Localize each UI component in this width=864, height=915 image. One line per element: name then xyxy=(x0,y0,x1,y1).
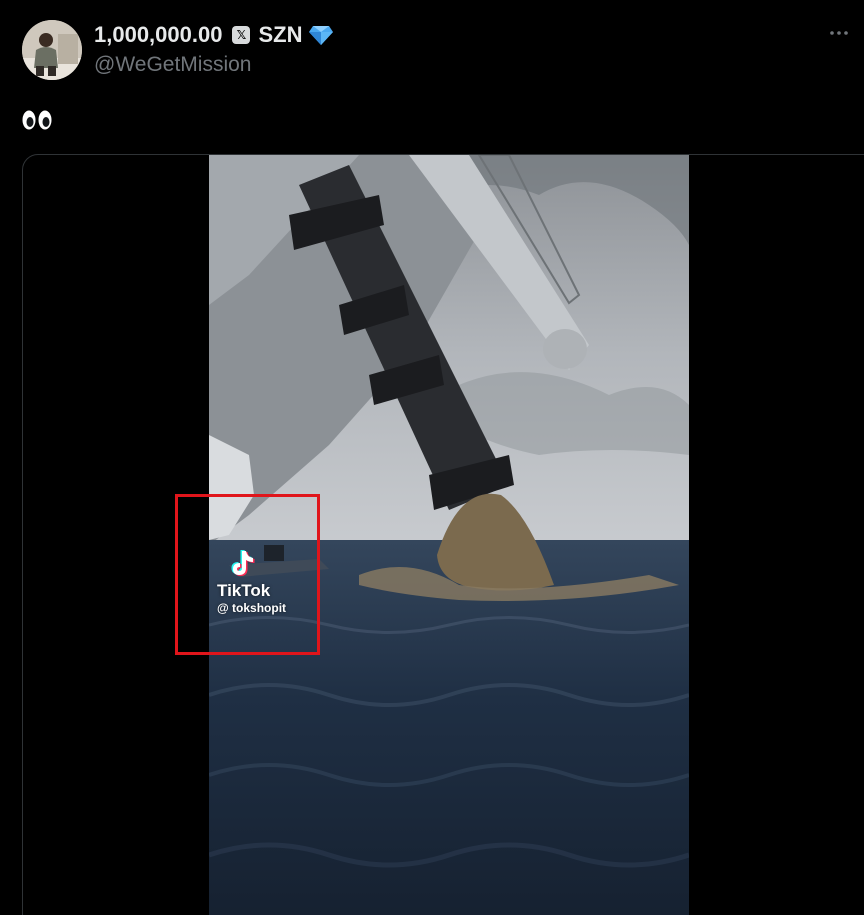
x-logo-icon: 𝕏 xyxy=(232,26,251,44)
gem-icon xyxy=(309,26,334,45)
avatar[interactable] xyxy=(22,20,82,80)
media-card[interactable]: TikTok @ tokshopit xyxy=(22,154,864,915)
display-name-text: 1,000,000.00 xyxy=(94,22,223,47)
display-name-suffix: SZN xyxy=(258,22,303,47)
eyes-emoji-icon xyxy=(38,110,52,130)
more-options-icon[interactable] xyxy=(828,22,850,44)
red-highlight-box xyxy=(175,494,320,655)
person-avatar-icon xyxy=(22,20,82,80)
tweet-text xyxy=(22,104,52,136)
user-handle[interactable]: @WeGetMission xyxy=(94,52,251,78)
tweet-view: 1,000,000.00 𝕏 SZN @WeGetMission TikTok … xyxy=(0,0,864,915)
display-name[interactable]: 1,000,000.00 𝕏 SZN xyxy=(94,20,334,50)
eyes-emoji-icon xyxy=(22,110,36,130)
